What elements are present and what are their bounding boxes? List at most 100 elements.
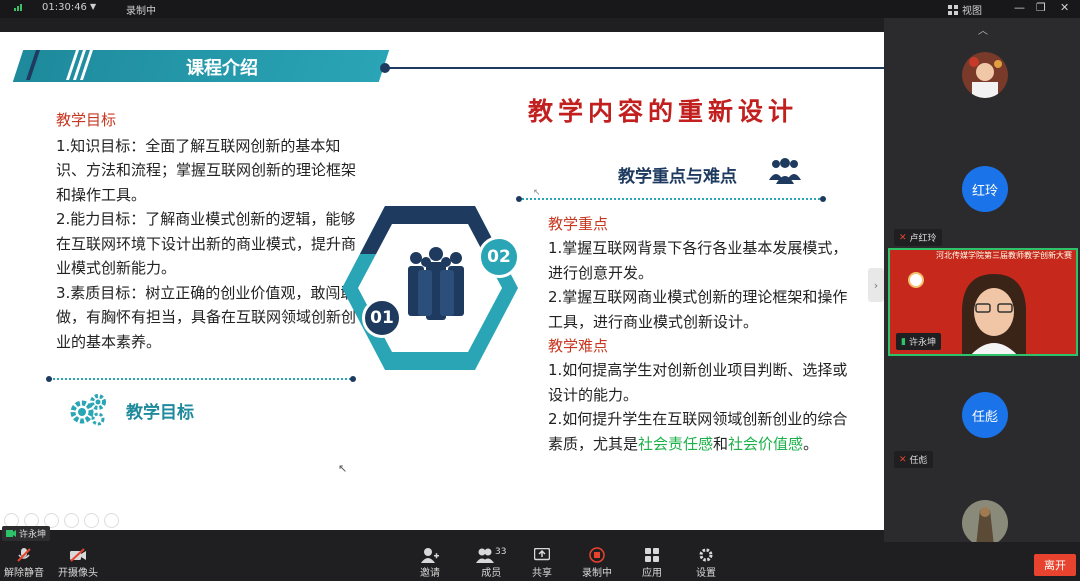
- collapse-panel-button[interactable]: ›: [868, 268, 884, 302]
- unmute-button[interactable]: 解除静音: [4, 546, 44, 579]
- participant-name: 卢红玲: [909, 234, 937, 244]
- badge-02: 02: [478, 236, 520, 278]
- mic-muted-icon: ✕: [899, 232, 907, 243]
- participant-avatar: 任彪: [962, 392, 1008, 438]
- gears-icon: [70, 394, 106, 426]
- settings-label: 设置: [696, 568, 716, 579]
- members-count: 33: [495, 547, 507, 557]
- top-bar: 01:30:46 ▼ 录制中 视图 — ❐ ✕: [0, 0, 1080, 18]
- members-label: 成员: [481, 568, 502, 579]
- apps-icon: [645, 548, 659, 562]
- participant-label: ▮ 许永坤: [896, 333, 941, 350]
- mic-muted-icon: [17, 548, 31, 562]
- scroll-up-icon[interactable]: ︿: [978, 22, 988, 37]
- participant-name: 许永坤: [908, 338, 936, 348]
- close-icon[interactable]: ✕: [1060, 1, 1069, 14]
- slide-main-title: 教学内容的重新设计: [528, 97, 799, 126]
- focus-difficulty-title: 教学重点与难点: [618, 167, 737, 187]
- members-button[interactable]: 33 成员: [476, 546, 506, 579]
- focus-item: 1.掌握互联网背景下各行各业基本发展模式，进行创意开发。: [548, 239, 848, 282]
- annotation-tool-icon[interactable]: [104, 513, 119, 528]
- camera-button[interactable]: 开摄像头: [58, 546, 98, 579]
- teaching-goals-label: 教学目标: [126, 403, 194, 423]
- bottom-toolbar: 解除静音 开摄像头 邀请 33 成员 共享 录制中 应用 设置 离开: [0, 542, 1080, 581]
- video-banner: 河北传媒学院第三届教师教学创新大赛: [890, 250, 1076, 264]
- difficulty-item: 1.如何提高学生对创新创业项目判断、选择或设计的能力。: [548, 361, 848, 404]
- invite-label: 邀请: [420, 568, 440, 579]
- mic-on-icon: ▮: [901, 336, 906, 347]
- gear-icon: [699, 548, 713, 562]
- badge-01: 01: [362, 298, 402, 338]
- right-divider-dot: [820, 196, 826, 202]
- participant-label: ✕ 卢红玲: [894, 229, 942, 246]
- view-label: 视图: [962, 6, 982, 17]
- mouse-cursor-icon: ↖: [533, 188, 541, 198]
- slide-bottom-strip: [0, 530, 884, 542]
- meeting-window: 01:30:46 ▼ 录制中 视图 — ❐ ✕ 课程介绍 教学内容的重新设计 教…: [0, 0, 1080, 581]
- minimize-icon[interactable]: —: [1014, 1, 1025, 14]
- participant-tile[interactable]: 任彪 ✕ 任彪: [888, 362, 1080, 474]
- camera-label: 开摄像头: [58, 568, 98, 579]
- highlight-social-value: 社会价值感: [728, 434, 804, 453]
- focus-heading: 教学重点: [548, 215, 609, 233]
- record-button[interactable]: 录制中: [582, 546, 612, 579]
- difficulty-and: 和: [713, 434, 729, 453]
- participant-avatar: 红玲: [962, 166, 1008, 212]
- school-logo-icon: [908, 272, 924, 288]
- left-divider: [50, 378, 354, 380]
- view-button[interactable]: 视图: [948, 2, 982, 17]
- apps-button[interactable]: 应用: [642, 546, 662, 579]
- participant-photo: [962, 52, 1008, 98]
- share-button[interactable]: 共享: [532, 546, 552, 579]
- difficulty-item: 2.如何提升学生在互联网领域创新创业的综合素质，尤其是社会责任感和社会价值感。: [548, 407, 848, 456]
- presenter-name: 许永坤: [19, 530, 47, 540]
- right-divider-dot: [516, 196, 522, 202]
- right-divider: [518, 198, 824, 200]
- settings-button[interactable]: 设置: [696, 546, 716, 579]
- recording-status: 录制中: [126, 6, 156, 17]
- share-label: 共享: [532, 568, 552, 579]
- participant-name: 任彪: [909, 456, 928, 466]
- banner-title: 课程介绍: [186, 58, 258, 79]
- highlight-social-responsibility: 社会责任感: [638, 434, 714, 453]
- unmute-label: 解除静音: [4, 568, 44, 579]
- annotation-tool-icon[interactable]: [84, 513, 99, 528]
- leave-button[interactable]: 离开: [1034, 554, 1076, 576]
- restore-icon[interactable]: ❐: [1036, 1, 1046, 14]
- camera-icon: [6, 530, 16, 537]
- left-divider-dot: [350, 376, 356, 382]
- banner-stripes: [26, 50, 93, 80]
- banner-line: [386, 67, 884, 69]
- signal-icon: [14, 4, 22, 11]
- mic-muted-icon: ✕: [899, 454, 907, 465]
- add-user-icon: [421, 548, 439, 563]
- goal-quality: 3.素质目标：树立正确的创业价值观，敢闯敢做，有胸怀有担当，具备在互联网领域创新…: [56, 283, 357, 351]
- invite-button[interactable]: 邀请: [420, 546, 440, 579]
- record-label: 录制中: [582, 568, 612, 579]
- team-people-icon: [408, 247, 464, 320]
- left-divider-dot: [46, 376, 52, 382]
- goal-ability: 2.能力目标：了解商业模式创新的逻辑，能够在互联网环境下设计出新的商业模式，提升…: [56, 210, 357, 277]
- difficulty-end: 。: [803, 434, 819, 453]
- participant-photo: [962, 500, 1008, 542]
- members-icon: [476, 548, 494, 563]
- record-icon: [589, 547, 605, 563]
- apps-label: 应用: [642, 568, 662, 579]
- participant-label: ✕ 任彪: [894, 451, 933, 468]
- group-icon: [769, 158, 801, 184]
- timer-dropdown-icon[interactable]: ▼: [90, 2, 96, 11]
- focus-item: 2.掌握互联网商业模式创新的理论框架和操作工具，进行商业模式创新设计。: [548, 288, 848, 331]
- focus-difficulty-block: 教学重点 1.掌握互联网背景下各行各业基本发展模式，进行创意开发。 2.掌握互联…: [548, 212, 848, 456]
- participants-panel: ︿ ✕ 张瑜 红玲 ✕ 卢红玲: [884, 18, 1080, 542]
- speaker-video: [962, 274, 1026, 354]
- goal-knowledge: 1.知识目标：全面了解互联网创新的基本知识、方法和流程；掌握互联网创新的理论框架…: [56, 136, 357, 204]
- teaching-goals-block: 教学目标 1.知识目标：全面了解互联网创新的基本知识、方法和流程；掌握互联网创新…: [56, 108, 361, 354]
- teaching-goals-heading: 教学目标: [56, 111, 117, 129]
- participant-tile[interactable]: 红玲 ✕ 卢红玲: [888, 134, 1080, 246]
- participant-video-tile[interactable]: 河北传媒学院第三届教师教学创新大赛 ▮ 许永坤: [888, 248, 1078, 356]
- difficulty-heading: 教学难点: [548, 337, 609, 356]
- annotation-tool-icon[interactable]: [64, 513, 79, 528]
- team-hexagon-graphic: [342, 206, 518, 370]
- mouse-cursor-icon: ↖: [338, 462, 348, 475]
- camera-off-icon: [70, 548, 86, 562]
